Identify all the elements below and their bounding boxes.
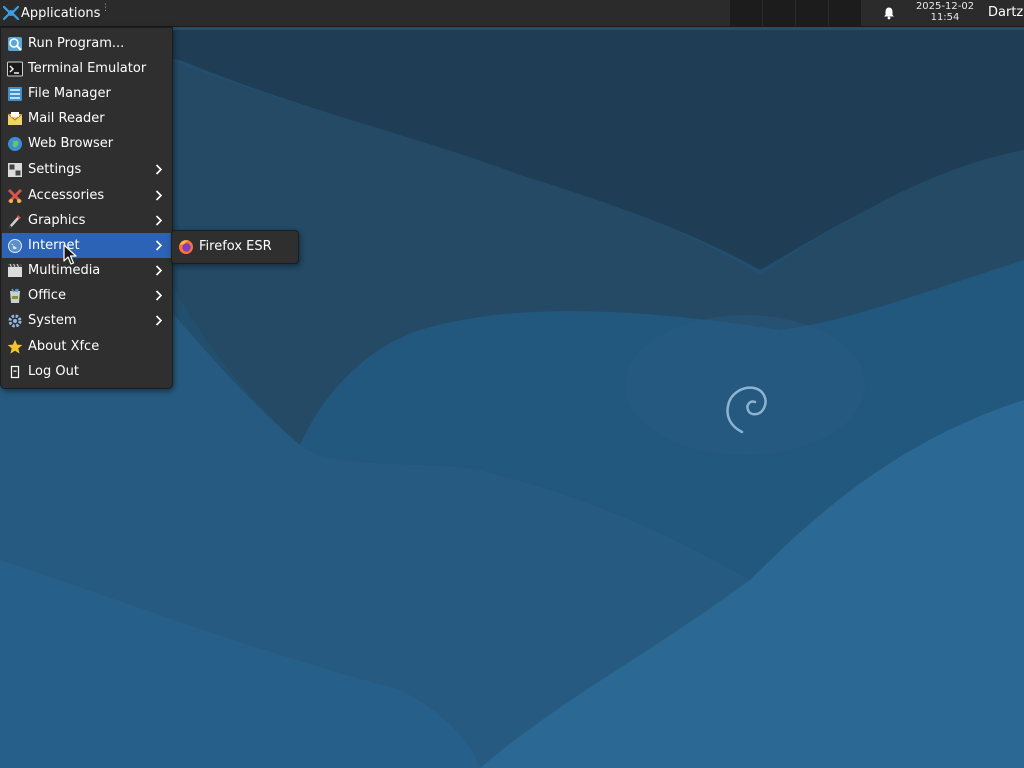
menu-item-graphics[interactable]: Graphics xyxy=(2,208,171,233)
terminal-icon xyxy=(7,61,23,76)
office-icon xyxy=(10,288,20,303)
chevron-right-icon xyxy=(155,215,163,226)
system-icon xyxy=(8,314,22,327)
workspace-3[interactable] xyxy=(796,0,829,26)
accessories-icon xyxy=(7,188,23,203)
user-name[interactable]: Dartz xyxy=(988,0,1023,26)
menu-item-system[interactable]: System xyxy=(2,308,171,333)
internet-submenu: Firefox ESR xyxy=(171,230,299,264)
menu-item-label: Log Out xyxy=(28,364,79,379)
menu-item-label: System xyxy=(28,313,77,328)
menu-item-office[interactable]: Office xyxy=(2,283,171,308)
workspace-1[interactable] xyxy=(730,0,763,26)
xfce-logo-icon xyxy=(2,5,20,21)
chevron-right-icon xyxy=(155,240,163,251)
applications-label: Applications xyxy=(21,5,101,21)
menu-item-web-browser[interactable]: Web Browser xyxy=(2,131,171,156)
chevron-right-icon xyxy=(155,290,163,301)
menu-item-terminal-emulator[interactable]: Terminal Emulator xyxy=(2,56,171,81)
menu-item-label: Mail Reader xyxy=(28,111,105,126)
menu-item-label: Web Browser xyxy=(28,136,114,151)
graphics-icon xyxy=(8,214,21,228)
chevron-right-icon xyxy=(155,315,163,326)
debian-swirl-logo xyxy=(726,386,767,434)
workspace-switcher xyxy=(730,0,862,26)
menu-item-accessories[interactable]: Accessories xyxy=(2,183,171,208)
logout-icon xyxy=(10,365,20,378)
web-browser-icon xyxy=(8,136,22,151)
menu-item-multimedia[interactable]: Multimedia xyxy=(2,258,171,283)
menu-item-label: Settings xyxy=(28,162,82,177)
chevron-right-icon xyxy=(155,164,163,175)
file-manager-icon xyxy=(8,86,22,101)
top-panel: Applications ⋮ 2025-12-02 11:54 Dartz xyxy=(0,0,1024,27)
settings-icon xyxy=(8,162,22,177)
chevron-right-icon xyxy=(155,190,163,201)
workspace-4[interactable] xyxy=(829,0,862,26)
mail-icon xyxy=(7,111,23,125)
menu-item-label: File Manager xyxy=(28,86,111,101)
applications-menu-button[interactable]: Applications xyxy=(0,0,110,26)
notification-bell-icon[interactable] xyxy=(882,6,896,20)
chevron-right-icon xyxy=(155,265,163,276)
menu-item-internet[interactable]: Internet xyxy=(2,233,171,258)
submenu-item-firefox-esr[interactable]: Firefox ESR xyxy=(173,234,297,259)
menu-item-label: Office xyxy=(28,288,66,303)
menu-item-log-out[interactable]: Log Out xyxy=(2,359,171,384)
menu-item-settings[interactable]: Settings xyxy=(2,157,171,182)
menu-item-label: Accessories xyxy=(28,188,105,203)
star-icon xyxy=(7,339,23,354)
menu-item-about-xfce[interactable]: About Xfce xyxy=(2,334,171,359)
menu-item-label: About Xfce xyxy=(28,339,100,354)
menu-item-label: Firefox ESR xyxy=(199,239,272,254)
run-program-icon xyxy=(8,36,22,51)
menu-item-run-program[interactable]: Run Program... xyxy=(2,31,171,56)
menu-item-mail-reader[interactable]: Mail Reader xyxy=(2,106,171,131)
applications-menu: Run Program... Terminal Emulator File Ma… xyxy=(0,27,173,389)
menu-item-file-manager[interactable]: File Manager xyxy=(2,81,171,106)
internet-icon xyxy=(8,238,22,253)
mouse-cursor-icon xyxy=(63,244,77,265)
desktop[interactable]: Applications ⋮ 2025-12-02 11:54 Dartz Ru… xyxy=(0,0,1024,768)
workspace-2[interactable] xyxy=(763,0,796,26)
clock-date: 2025-12-02 xyxy=(915,1,975,12)
menu-item-label: Run Program... xyxy=(28,36,125,51)
menu-item-label: Terminal Emulator xyxy=(28,61,147,76)
panel-handle-icon[interactable]: ⋮ xyxy=(101,4,110,18)
multimedia-icon xyxy=(8,263,22,277)
panel-clock[interactable]: 2025-12-02 11:54 xyxy=(906,1,984,23)
menu-item-label: Graphics xyxy=(28,213,86,228)
clock-time: 11:54 xyxy=(930,12,960,23)
firefox-icon xyxy=(179,239,193,254)
